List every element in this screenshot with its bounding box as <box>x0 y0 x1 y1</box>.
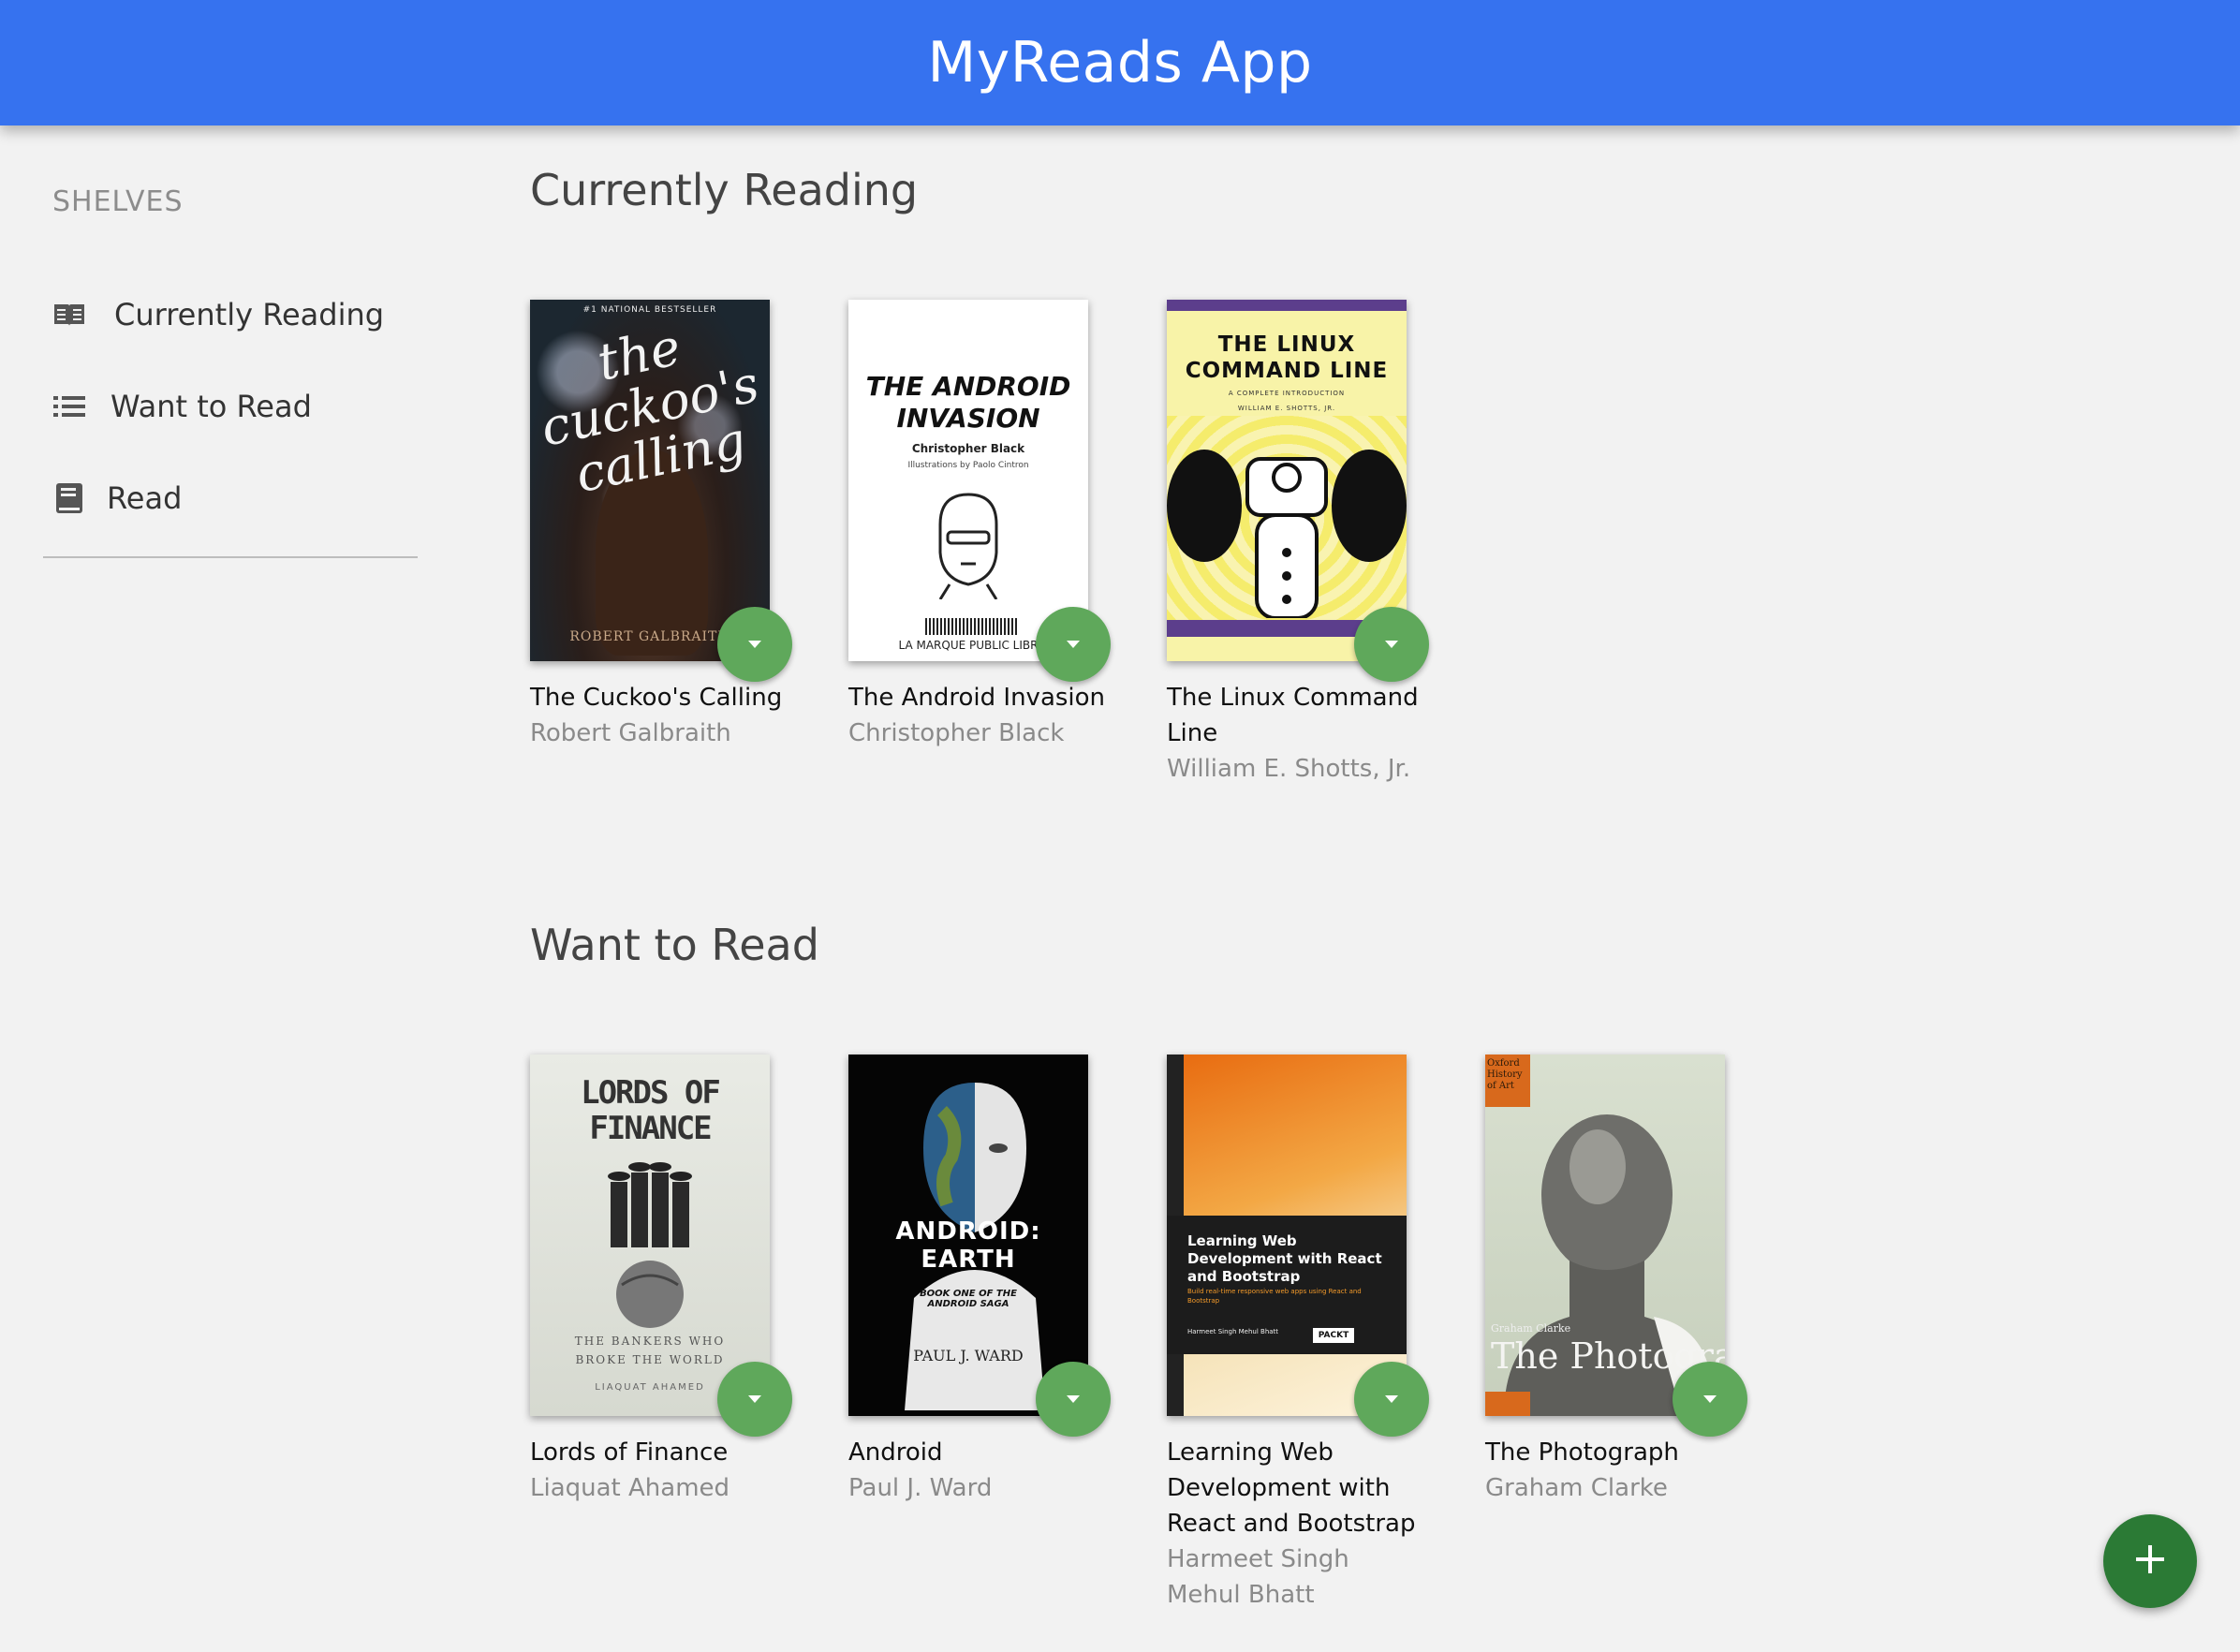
book-cover[interactable]: Oxford History of Art Graham Clarke The … <box>1485 1055 1725 1416</box>
book-author: Harmeet Singh <box>1167 1545 1349 1573</box>
cover-sub-text: A COMPLETE INTRODUCTION <box>1228 390 1346 397</box>
app-title: MyReads App <box>927 30 1313 96</box>
book-author: Robert Galbraith <box>530 719 731 747</box>
cover-author-text: Graham Clarke <box>1491 1322 1571 1335</box>
android-face-illustration <box>938 493 998 599</box>
triangle-down-icon <box>1382 1391 1401 1409</box>
book-cover[interactable]: LORDS OF FINANCE THE BANKERS WHO BROKE T… <box>530 1055 770 1416</box>
cover-sub-text: BOOK ONE OF THE ANDROID SAGA <box>920 1289 1017 1309</box>
list-icon <box>52 390 86 423</box>
sidebar-item-want-to-read[interactable]: Want to Read <box>52 378 312 435</box>
cover-top-text: Oxford History of Art <box>1487 1058 1523 1091</box>
app-header: MyReads App <box>0 0 2240 125</box>
triangle-down-icon <box>745 1391 764 1409</box>
robot-illustration <box>1167 450 1407 618</box>
book-author: William E. Shotts, Jr. <box>1167 755 1411 783</box>
cover-main-text: THE ANDROID INVASION <box>865 371 1071 434</box>
triangle-down-icon <box>1064 1391 1083 1409</box>
book-title: The Photograph <box>1485 1438 1679 1467</box>
triangle-down-icon <box>745 636 764 654</box>
book-item: THE LINUX COMMAND LINE A COMPLETE INTROD… <box>1167 300 1448 787</box>
sidebar-item-label: Currently Reading <box>114 297 385 332</box>
book-title: The Linux Command Line <box>1167 684 1419 747</box>
triangle-down-icon <box>1064 636 1083 654</box>
book-cover[interactable]: Learning Web Development with React and … <box>1167 1055 1407 1416</box>
book-item: Learning Web Development with React and … <box>1167 1055 1448 1613</box>
shelf-changer-button[interactable] <box>717 607 792 682</box>
publisher-badge: PACKT <box>1313 1328 1354 1343</box>
book-title: Learning Web Development with React and … <box>1167 1438 1416 1538</box>
add-book-button[interactable] <box>2103 1514 2197 1608</box>
book-author: Mehul Bhatt <box>1167 1581 1315 1609</box>
sidebar-divider <box>43 556 418 558</box>
book-cover[interactable]: THE LINUX COMMAND LINE A COMPLETE INTROD… <box>1167 300 1407 661</box>
shelf-changer-button[interactable] <box>1673 1362 1747 1437</box>
book-item: Oxford History of Art Graham Clarke The … <box>1485 1055 1766 1506</box>
triangle-down-icon <box>1701 1391 1719 1409</box>
cover-main-text: LORDS OF FINANCE <box>581 1074 721 1147</box>
book-cover[interactable]: #1 NATIONAL BESTSELLER the cuckoo's call… <box>530 300 770 661</box>
sidebar-item-label: Want to Read <box>111 389 312 424</box>
bankers-globe-illustration <box>608 1162 692 1328</box>
book-title: Lords of Finance <box>530 1438 729 1467</box>
cover-main-text: THE LINUX COMMAND LINE <box>1185 332 1389 383</box>
shelf-title-currently-reading: Currently Reading <box>530 165 919 215</box>
book-title: The Android Invasion <box>848 684 1106 712</box>
shelf-changer-button[interactable] <box>717 1362 792 1437</box>
cover-main-text: Learning Web Development with React and … <box>1187 1232 1382 1285</box>
triangle-down-icon <box>1382 636 1401 654</box>
book-author: Graham Clarke <box>1485 1474 1668 1502</box>
shelf-changer-button[interactable] <box>1036 1362 1111 1437</box>
book-item: #1 NATIONAL BESTSELLER the cuckoo's call… <box>530 300 811 751</box>
cover-sub-text: Illustrations by Paolo Cintron <box>907 461 1029 470</box>
book-cover[interactable]: THE ANDROID INVASION Christopher Black I… <box>848 300 1088 661</box>
book-icon <box>52 481 86 515</box>
open-book-icon <box>52 298 86 332</box>
shelf-changer-button[interactable] <box>1354 1362 1429 1437</box>
sidebar-item-currently-reading[interactable]: Currently Reading <box>52 287 384 343</box>
sidebar-item-label: Read <box>107 480 183 516</box>
sidebar-item-read[interactable]: Read <box>52 470 182 526</box>
cover-main-text: ANDROID: EARTH <box>895 1217 1041 1274</box>
book-item: LORDS OF FINANCE THE BANKERS WHO BROKE T… <box>530 1055 811 1506</box>
cover-author-text: WILLIAM E. SHOTTS, JR. <box>1237 405 1336 412</box>
book-author: Liaquat Ahamed <box>530 1474 730 1502</box>
cover-author-text: Harmeet Singh Mehul Bhatt <box>1187 1328 1279 1335</box>
book-item: THE ANDROID INVASION Christopher Black I… <box>848 300 1129 751</box>
cover-author-text: Christopher Black <box>911 442 1025 455</box>
book-author: Paul J. Ward <box>848 1474 993 1502</box>
sidebar-heading: SHELVES <box>52 185 184 218</box>
book-title: Android <box>848 1438 943 1467</box>
cover-sub-text: THE BANKERS WHO BROKE THE WORLD <box>574 1335 726 1366</box>
book-title: The Cuckoo's Calling <box>530 684 783 712</box>
cover-author-text: PAUL J. WARD <box>913 1347 1024 1364</box>
plus-icon <box>2133 1542 2167 1580</box>
cover-sub-text: Build real-time responsive web apps usin… <box>1187 1288 1362 1305</box>
shelf-title-want-to-read: Want to Read <box>530 920 819 970</box>
book-cover[interactable]: ANDROID: EARTH BOOK ONE OF THE ANDROID S… <box>848 1055 1088 1416</box>
shelf-changer-button[interactable] <box>1354 607 1429 682</box>
book-item: ANDROID: EARTH BOOK ONE OF THE ANDROID S… <box>848 1055 1129 1506</box>
shelf-changer-button[interactable] <box>1036 607 1111 682</box>
book-author: Christopher Black <box>848 719 1065 747</box>
